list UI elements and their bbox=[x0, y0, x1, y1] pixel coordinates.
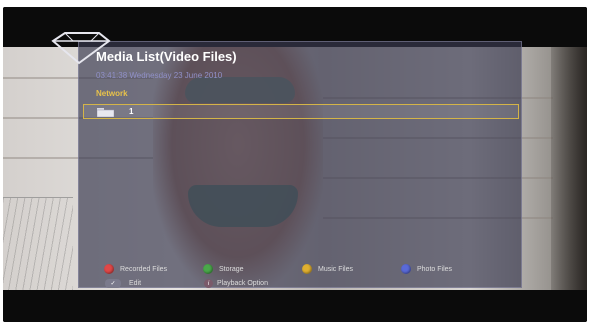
blue-button-icon bbox=[401, 264, 411, 274]
playback-option-button[interactable]: i Playback Option bbox=[204, 279, 268, 288]
recorded-files-label: Recorded Files bbox=[120, 265, 168, 273]
video-chair bbox=[3, 197, 73, 291]
ok-key-icon: ✓ bbox=[105, 279, 121, 288]
storage-label: Storage bbox=[219, 265, 244, 273]
screen-frame: Media List(Video Files) 03:41:38 Wednesd… bbox=[0, 0, 591, 326]
video-shadow bbox=[551, 47, 587, 290]
green-button-icon bbox=[203, 264, 213, 274]
section-label-network: Network bbox=[96, 89, 128, 98]
playback-option-label: Playback Option bbox=[217, 280, 268, 287]
yellow-button-icon bbox=[302, 264, 312, 274]
photo-files-label: Photo Files bbox=[417, 265, 453, 273]
info-key-icon: i bbox=[204, 279, 213, 288]
storage-button[interactable]: Storage bbox=[203, 264, 244, 274]
page-title: Media List(Video Files) bbox=[96, 49, 237, 64]
recorded-files-button[interactable]: Recorded Files bbox=[104, 264, 167, 274]
music-files-button[interactable]: Music Files bbox=[302, 264, 353, 274]
datetime-display: 03:41:38 Wednesday 23 June 2010 bbox=[96, 71, 223, 80]
edit-label: Edit bbox=[129, 280, 142, 287]
red-button-icon bbox=[104, 264, 114, 274]
edit-button[interactable]: ✓ Edit bbox=[105, 279, 141, 288]
music-files-label: Music Files bbox=[318, 265, 354, 273]
letterbox-bottom bbox=[3, 290, 587, 322]
list-item-label: 1 bbox=[129, 107, 134, 116]
list-item[interactable]: 1 bbox=[83, 104, 519, 119]
photo-files-button[interactable]: Photo Files bbox=[401, 264, 452, 274]
folder-icon bbox=[97, 108, 114, 117]
